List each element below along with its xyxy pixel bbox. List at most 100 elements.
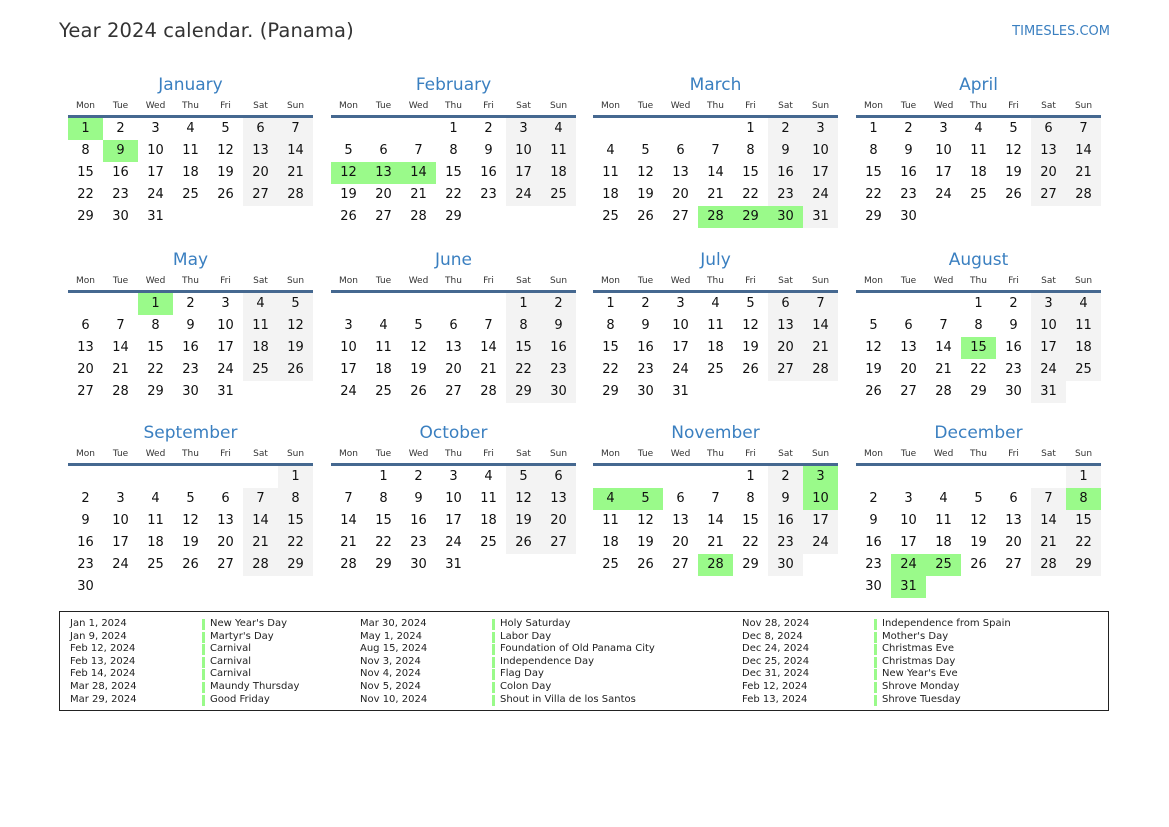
day-cell[interactable]: 16: [996, 337, 1031, 359]
day-cell[interactable]: 26: [628, 206, 663, 228]
day-cell[interactable]: 12: [628, 162, 663, 184]
day-cell[interactable]: 27: [208, 554, 243, 576]
day-cell[interactable]: 11: [593, 162, 628, 184]
day-cell[interactable]: 18: [541, 162, 576, 184]
day-cell[interactable]: 7: [1066, 118, 1101, 140]
day-cell[interactable]: 7: [926, 315, 961, 337]
day-cell[interactable]: 16: [768, 510, 803, 532]
day-cell[interactable]: 3: [663, 293, 698, 315]
day-cell[interactable]: 2: [401, 466, 436, 488]
day-cell[interactable]: 15: [68, 162, 103, 184]
day-cell[interactable]: 26: [278, 359, 313, 381]
day-cell[interactable]: 27: [243, 184, 278, 206]
day-cell[interactable]: 27: [1031, 184, 1066, 206]
day-cell[interactable]: 8: [138, 315, 173, 337]
day-cell[interactable]: 17: [506, 162, 541, 184]
day-cell[interactable]: 13: [208, 510, 243, 532]
day-cell[interactable]: 28: [103, 381, 138, 403]
day-cell[interactable]: 27: [68, 381, 103, 403]
day-cell[interactable]: 2: [173, 293, 208, 315]
day-cell[interactable]: 19: [401, 359, 436, 381]
day-cell[interactable]: 12: [173, 510, 208, 532]
day-cell[interactable]: 29: [856, 206, 891, 228]
day-cell[interactable]: 3: [926, 118, 961, 140]
day-cell[interactable]: 25: [366, 381, 401, 403]
day-cell[interactable]: 3: [436, 466, 471, 488]
day-cell[interactable]: 23: [401, 532, 436, 554]
day-cell[interactable]: 20: [68, 359, 103, 381]
day-cell[interactable]: 25: [593, 206, 628, 228]
day-cell[interactable]: 24: [803, 184, 838, 206]
day-cell[interactable]: 26: [331, 206, 366, 228]
day-cell[interactable]: 29: [68, 206, 103, 228]
day-cell[interactable]: 30: [768, 554, 803, 576]
day-cell[interactable]: 11: [541, 140, 576, 162]
day-cell[interactable]: 23: [173, 359, 208, 381]
day-cell[interactable]: 21: [471, 359, 506, 381]
day-cell[interactable]: 21: [803, 337, 838, 359]
day-cell[interactable]: 7: [401, 140, 436, 162]
day-cell[interactable]: 4: [243, 293, 278, 315]
day-cell[interactable]: 17: [436, 510, 471, 532]
day-cell[interactable]: 9: [628, 315, 663, 337]
day-cell[interactable]: 4: [926, 488, 961, 510]
day-cell[interactable]: 24: [103, 554, 138, 576]
day-cell[interactable]: 6: [243, 118, 278, 140]
day-cell[interactable]: 2: [996, 293, 1031, 315]
day-cell[interactable]: 10: [506, 140, 541, 162]
day-cell[interactable]: 24: [926, 184, 961, 206]
day-cell[interactable]: 7: [103, 315, 138, 337]
day-cell[interactable]: 13: [436, 337, 471, 359]
day-cell[interactable]: 11: [243, 315, 278, 337]
day-cell[interactable]: 10: [926, 140, 961, 162]
day-cell[interactable]: 2: [68, 488, 103, 510]
day-cell[interactable]: 23: [768, 532, 803, 554]
day-cell[interactable]: 20: [663, 532, 698, 554]
day-cell[interactable]: 3: [803, 118, 838, 140]
day-cell[interactable]: 4: [593, 140, 628, 162]
day-cell[interactable]: 17: [803, 162, 838, 184]
day-cell[interactable]: 23: [628, 359, 663, 381]
day-cell[interactable]: 25: [471, 532, 506, 554]
day-cell[interactable]: 23: [103, 184, 138, 206]
day-cell[interactable]: 29: [366, 554, 401, 576]
holiday-day-cell[interactable]: 28: [698, 554, 733, 576]
day-cell[interactable]: 11: [366, 337, 401, 359]
day-cell[interactable]: 7: [471, 315, 506, 337]
day-cell[interactable]: 1: [961, 293, 996, 315]
day-cell[interactable]: 11: [593, 510, 628, 532]
day-cell[interactable]: 30: [103, 206, 138, 228]
day-cell[interactable]: 25: [541, 184, 576, 206]
day-cell[interactable]: 24: [436, 532, 471, 554]
day-cell[interactable]: 31: [436, 554, 471, 576]
day-cell[interactable]: 5: [628, 140, 663, 162]
day-cell[interactable]: 8: [506, 315, 541, 337]
day-cell[interactable]: 29: [506, 381, 541, 403]
day-cell[interactable]: 1: [593, 293, 628, 315]
day-cell[interactable]: 20: [891, 359, 926, 381]
day-cell[interactable]: 6: [541, 466, 576, 488]
day-cell[interactable]: 27: [366, 206, 401, 228]
day-cell[interactable]: 4: [471, 466, 506, 488]
day-cell[interactable]: 24: [663, 359, 698, 381]
day-cell[interactable]: 20: [243, 162, 278, 184]
day-cell[interactable]: 22: [278, 532, 313, 554]
day-cell[interactable]: 12: [401, 337, 436, 359]
day-cell[interactable]: 8: [436, 140, 471, 162]
day-cell[interactable]: 31: [803, 206, 838, 228]
day-cell[interactable]: 22: [593, 359, 628, 381]
holiday-day-cell[interactable]: 15: [961, 337, 996, 359]
day-cell[interactable]: 28: [803, 359, 838, 381]
day-cell[interactable]: 28: [471, 381, 506, 403]
day-cell[interactable]: 25: [961, 184, 996, 206]
day-cell[interactable]: 28: [1031, 554, 1066, 576]
day-cell[interactable]: 4: [961, 118, 996, 140]
day-cell[interactable]: 16: [891, 162, 926, 184]
day-cell[interactable]: 18: [926, 532, 961, 554]
day-cell[interactable]: 24: [803, 532, 838, 554]
day-cell[interactable]: 4: [698, 293, 733, 315]
day-cell[interactable]: 26: [996, 184, 1031, 206]
day-cell[interactable]: 9: [541, 315, 576, 337]
day-cell[interactable]: 8: [733, 488, 768, 510]
day-cell[interactable]: 15: [1066, 510, 1101, 532]
